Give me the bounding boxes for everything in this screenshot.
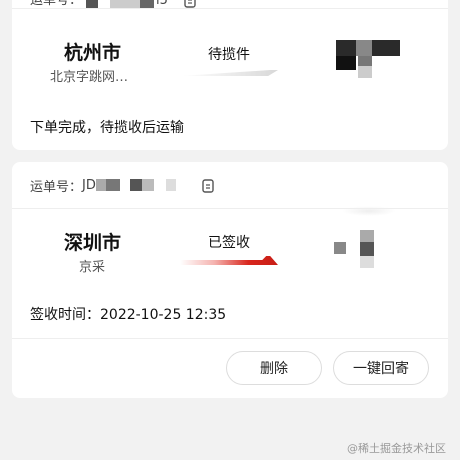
sender-name: 北京字跳网… [50, 70, 129, 85]
product-thumbnail [336, 40, 400, 80]
waybill-row: 运单号： l5 [12, 0, 448, 9]
watermark: @稀土掘金技术社区 [347, 442, 446, 455]
origin-city: 杭州市 [64, 42, 122, 64]
waybill-number-mask [105, 179, 120, 191]
copy-icon[interactable] [182, 0, 198, 8]
status-label: 已签收 [208, 235, 250, 251]
waybill-number-mask [165, 179, 176, 191]
order-card-2[interactable]: 运单号： JD 深圳市 京采 已签收 签收时间：2022-10-25 12:35… [12, 162, 448, 398]
waybill-row: 运单号： JD [12, 162, 448, 209]
sender-name: 京采 [79, 260, 106, 275]
waybill-number-mask [140, 0, 155, 8]
status-label: 待揽件 [208, 47, 250, 63]
progress-track [180, 70, 278, 76]
thumbnail-shadow [342, 206, 396, 216]
waybill-label: 运单号： [30, 179, 83, 195]
sign-time: 签收时间：2022-10-25 12:35 [30, 307, 227, 323]
waybill-label: 运单号： [30, 0, 83, 8]
waybill-number-mask [86, 0, 99, 8]
waybill-number-mask [129, 179, 142, 191]
waybill-number-tail: l5 [156, 0, 168, 8]
order-note: 下单完成，待揽收后运输 [30, 120, 184, 136]
order-card-1[interactable]: 运单号： l5 杭州市 北京字跳网… 待揽件 下单完成，待揽收后运输 [12, 0, 448, 150]
divider [12, 338, 448, 339]
copy-icon[interactable] [200, 177, 216, 193]
waybill-number-mask [110, 0, 141, 8]
delete-button[interactable]: 删除 [226, 351, 322, 385]
product-thumbnail [334, 230, 378, 270]
waybill-number-mask [141, 179, 154, 191]
waybill-number-mask [95, 179, 106, 191]
progress-track [180, 256, 278, 265]
waybill-prefix: JD [82, 177, 96, 193]
one-click-return-button[interactable]: 一键回寄 [333, 351, 429, 385]
origin-city: 深圳市 [64, 232, 122, 254]
